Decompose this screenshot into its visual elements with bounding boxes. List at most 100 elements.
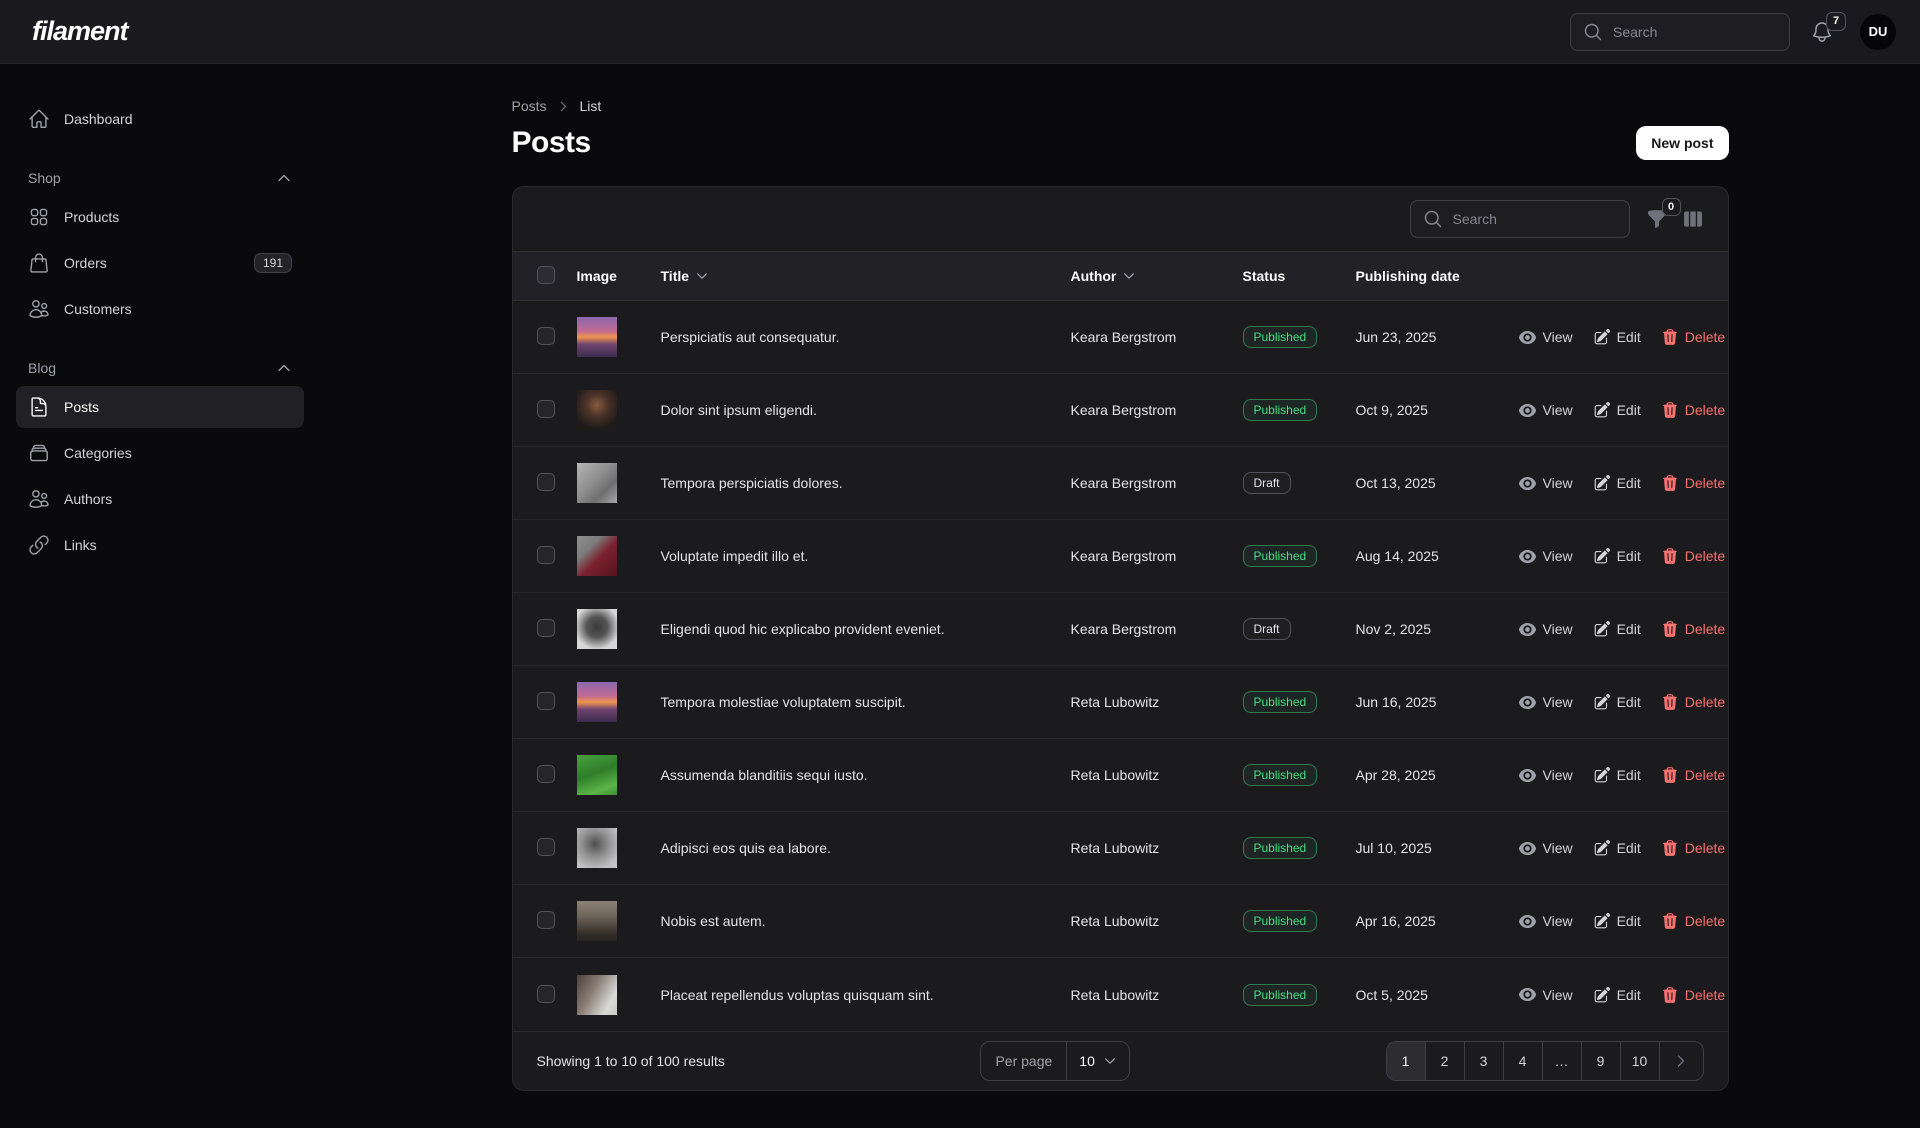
- row-checkbox[interactable]: [537, 473, 555, 491]
- row-checkbox[interactable]: [537, 619, 555, 637]
- delete-button[interactable]: Delete: [1661, 839, 1725, 857]
- delete-button[interactable]: Delete: [1661, 620, 1725, 638]
- view-columns-button[interactable]: [1682, 208, 1704, 230]
- sidebar-item-label: Orders: [64, 255, 240, 271]
- eye-icon: [1518, 839, 1537, 858]
- pagination-next-button[interactable]: [1660, 1042, 1703, 1080]
- row-checkbox[interactable]: [537, 911, 555, 929]
- trash-icon: [1661, 474, 1679, 492]
- row-checkbox[interactable]: [537, 692, 555, 710]
- pagination-page-10[interactable]: 10: [1621, 1042, 1660, 1080]
- row-checkbox[interactable]: [537, 985, 555, 1003]
- edit-button[interactable]: Edit: [1593, 401, 1641, 419]
- sidebar-group-shop-header[interactable]: Shop: [16, 170, 304, 186]
- pencil-square-icon: [1593, 839, 1611, 857]
- table-row: Perspiciatis aut consequatur. Keara Berg…: [513, 301, 1728, 374]
- post-thumbnail: [577, 975, 617, 1015]
- table-row: Voluptate impedit illo et. Keara Bergstr…: [513, 520, 1728, 593]
- trash-icon: [1661, 693, 1679, 711]
- delete-button[interactable]: Delete: [1661, 328, 1725, 346]
- view-button[interactable]: View: [1518, 328, 1573, 347]
- pagination-page-1[interactable]: 1: [1387, 1042, 1426, 1080]
- global-search-input[interactable]: [1613, 24, 1777, 40]
- table-row: Eligendi quod hic explicabo provident ev…: [513, 593, 1728, 666]
- row-checkbox[interactable]: [537, 327, 555, 345]
- status-badge: Published: [1243, 764, 1318, 786]
- delete-button[interactable]: Delete: [1661, 986, 1725, 1004]
- table-search-input[interactable]: [1453, 211, 1617, 227]
- view-button[interactable]: View: [1518, 693, 1573, 712]
- edit-button[interactable]: Edit: [1593, 620, 1641, 638]
- view-button[interactable]: View: [1518, 839, 1573, 858]
- search-icon: [1423, 209, 1443, 229]
- pagination-page-2[interactable]: 2: [1426, 1042, 1465, 1080]
- avatar[interactable]: DU: [1860, 14, 1896, 50]
- post-author: Reta Lubowitz: [1071, 840, 1243, 856]
- sidebar-item-categories[interactable]: Categories: [16, 432, 304, 474]
- filter-button[interactable]: 0: [1646, 208, 1668, 230]
- delete-button[interactable]: Delete: [1661, 401, 1725, 419]
- edit-button[interactable]: Edit: [1593, 839, 1641, 857]
- new-post-button[interactable]: New post: [1636, 126, 1728, 160]
- eye-icon: [1518, 547, 1537, 566]
- view-button[interactable]: View: [1518, 985, 1573, 1004]
- global-search[interactable]: [1570, 13, 1790, 51]
- sidebar-group-blog-header[interactable]: Blog: [16, 360, 304, 376]
- column-header-title[interactable]: Title: [661, 268, 1071, 284]
- table-search[interactable]: [1410, 200, 1630, 238]
- delete-button[interactable]: Delete: [1661, 693, 1725, 711]
- filter-count-badge: 0: [1662, 198, 1681, 216]
- row-checkbox[interactable]: [537, 838, 555, 856]
- row-checkbox[interactable]: [537, 546, 555, 564]
- sidebar-item-authors[interactable]: Authors: [16, 478, 304, 520]
- view-button[interactable]: View: [1518, 547, 1573, 566]
- sidebar-item-products[interactable]: Products: [16, 196, 304, 238]
- edit-button[interactable]: Edit: [1593, 474, 1641, 492]
- row-checkbox[interactable]: [537, 765, 555, 783]
- post-thumbnail: [577, 390, 617, 430]
- delete-button[interactable]: Delete: [1661, 547, 1725, 565]
- edit-button[interactable]: Edit: [1593, 328, 1641, 346]
- view-button[interactable]: View: [1518, 766, 1573, 785]
- notifications-button[interactable]: 7: [1810, 20, 1834, 44]
- sidebar-item-posts[interactable]: Posts: [16, 386, 304, 428]
- column-header-author[interactable]: Author: [1071, 268, 1243, 284]
- edit-button[interactable]: Edit: [1593, 986, 1641, 1004]
- view-button[interactable]: View: [1518, 401, 1573, 420]
- post-title: Tempora molestiae voluptatem suscipit.: [661, 694, 1071, 710]
- row-checkbox[interactable]: [537, 400, 555, 418]
- sidebar-item-dashboard[interactable]: Dashboard: [16, 98, 304, 140]
- publishing-date: Jun 23, 2025: [1356, 329, 1518, 345]
- publishing-date: Apr 28, 2025: [1356, 767, 1518, 783]
- table-footer: Showing 1 to 10 of 100 results Per page …: [513, 1031, 1728, 1090]
- delete-button[interactable]: Delete: [1661, 766, 1725, 784]
- post-title: Placeat repellendus voluptas quisquam si…: [661, 987, 1071, 1003]
- pencil-square-icon: [1593, 986, 1611, 1004]
- delete-button[interactable]: Delete: [1661, 474, 1725, 492]
- pagination-page-4[interactable]: 4: [1504, 1042, 1543, 1080]
- sidebar-item-orders[interactable]: Orders 191: [16, 242, 304, 284]
- sidebar-item-label: Dashboard: [64, 111, 292, 127]
- topbar: filament 7 DU: [0, 0, 1920, 64]
- pagination-page-3[interactable]: 3: [1465, 1042, 1504, 1080]
- eye-icon: [1518, 620, 1537, 639]
- edit-button[interactable]: Edit: [1593, 547, 1641, 565]
- view-button[interactable]: View: [1518, 474, 1573, 493]
- breadcrumb-posts[interactable]: Posts: [512, 98, 547, 114]
- pagination-ellipsis: …: [1543, 1042, 1582, 1080]
- eye-icon: [1518, 693, 1537, 712]
- view-button[interactable]: View: [1518, 620, 1573, 639]
- select-all-checkbox[interactable]: [537, 266, 555, 284]
- notification-count-badge: 7: [1826, 12, 1846, 31]
- edit-button[interactable]: Edit: [1593, 693, 1641, 711]
- edit-button[interactable]: Edit: [1593, 766, 1641, 784]
- per-page-select[interactable]: Per page 10: [980, 1041, 1129, 1081]
- post-author: Reta Lubowitz: [1071, 694, 1243, 710]
- edit-button[interactable]: Edit: [1593, 912, 1641, 930]
- sidebar-item-links[interactable]: Links: [16, 524, 304, 566]
- view-button[interactable]: View: [1518, 912, 1573, 931]
- sidebar-item-customers[interactable]: Customers: [16, 288, 304, 330]
- delete-button[interactable]: Delete: [1661, 912, 1725, 930]
- pagination-page-9[interactable]: 9: [1582, 1042, 1621, 1080]
- post-thumbnail: [577, 755, 617, 795]
